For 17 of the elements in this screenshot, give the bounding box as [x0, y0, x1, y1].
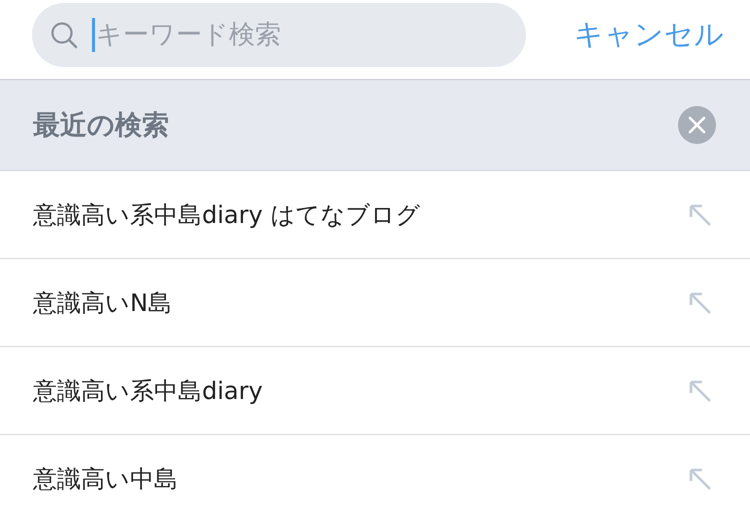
arrow-up-left-icon[interactable]	[688, 378, 712, 402]
recent-search-row[interactable]: 意識高い中島	[0, 435, 750, 517]
arrow-up-left-icon[interactable]	[688, 290, 712, 314]
search-icon	[50, 20, 78, 48]
search-bar[interactable]: キーワード検索	[32, 2, 526, 66]
recent-search-text: 意識高い中島	[33, 464, 178, 494]
recent-search-text: 意識高い系中島diary	[33, 376, 263, 406]
recent-search-text: 意識高い系中島diary はてなブログ	[33, 200, 420, 230]
recent-search-row[interactable]: 意識高い系中島diary はてなブログ	[0, 171, 750, 259]
clear-icon[interactable]	[678, 106, 716, 144]
arrow-up-left-icon[interactable]	[688, 466, 712, 490]
arrow-up-left-icon[interactable]	[688, 202, 712, 226]
recent-search-row[interactable]: 意識高いN島	[0, 259, 750, 347]
search-field[interactable]: キーワード検索	[96, 20, 476, 50]
section-title: 最近の検索	[33, 109, 169, 143]
recent-search-row[interactable]: 意識高い系中島diary	[0, 347, 750, 435]
recent-search-text: 意識高いN島	[33, 288, 172, 318]
